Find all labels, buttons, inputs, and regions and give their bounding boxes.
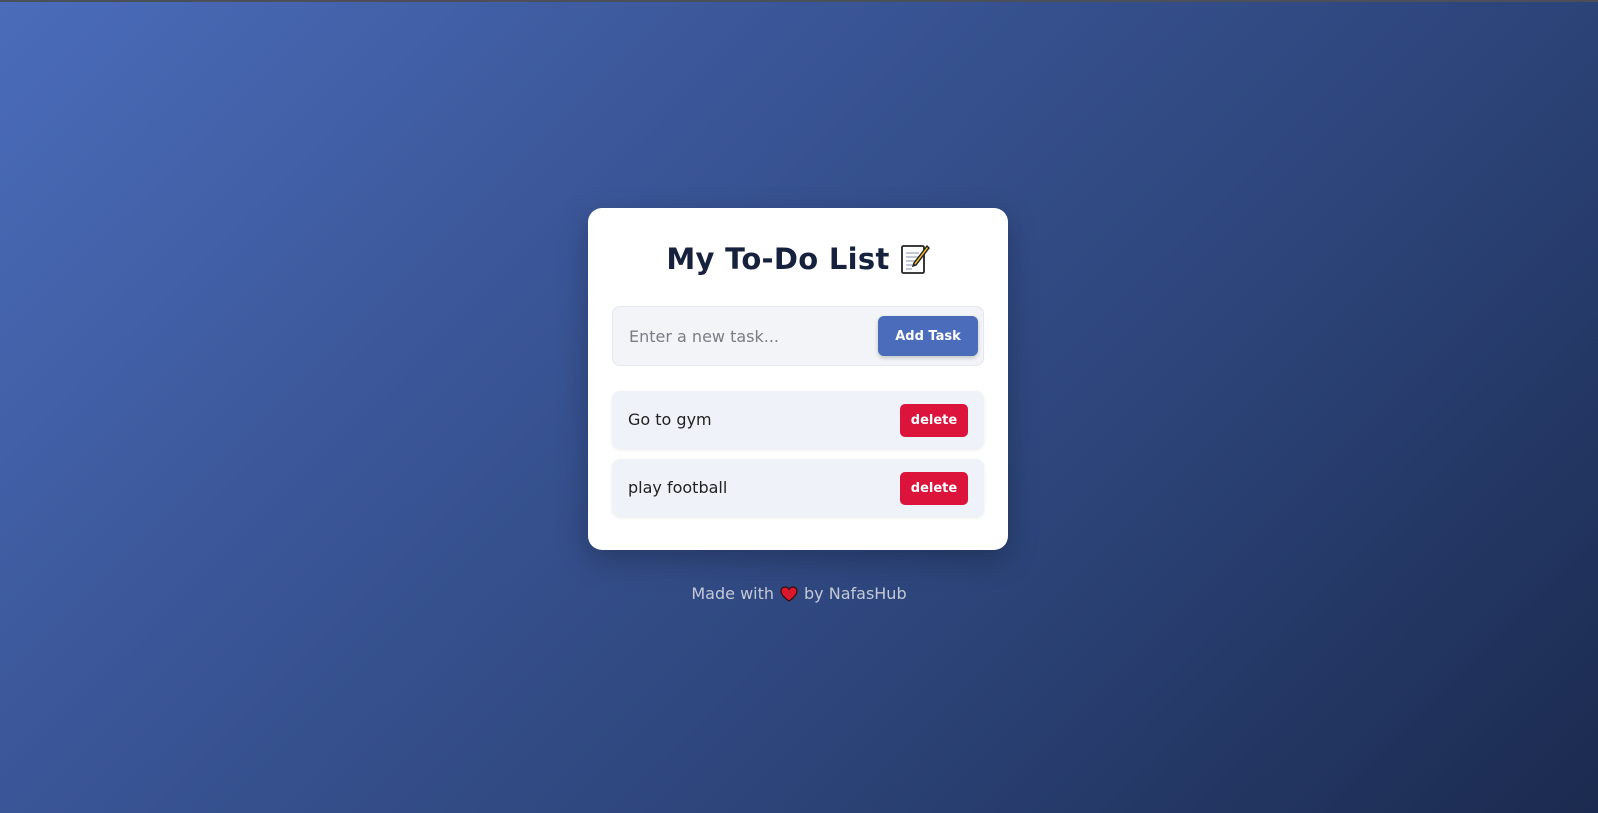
footer: Made with by NafasHub <box>0 584 1598 603</box>
heart-icon <box>780 585 798 602</box>
delete-task-button[interactable]: delete <box>900 472 968 505</box>
window-top-border <box>0 0 1598 2</box>
list-item: play football delete <box>612 459 984 517</box>
add-task-form: Add Task <box>612 306 984 366</box>
todo-card: My To-Do List Add Task Go to gym delete … <box>588 208 1008 550</box>
page-title: My To-Do List <box>588 242 1008 276</box>
delete-task-button[interactable]: delete <box>900 404 968 437</box>
page-title-text: My To-Do List <box>666 242 890 276</box>
memo-icon <box>900 243 930 275</box>
footer-prefix: Made with <box>691 584 775 603</box>
task-list: Go to gym delete play football delete <box>612 391 984 527</box>
task-text: Go to gym <box>628 410 712 429</box>
task-text: play football <box>628 478 728 497</box>
new-task-input[interactable] <box>612 306 867 366</box>
footer-suffix: by NafasHub <box>804 584 907 603</box>
list-item: Go to gym delete <box>612 391 984 449</box>
add-task-button[interactable]: Add Task <box>878 316 978 356</box>
